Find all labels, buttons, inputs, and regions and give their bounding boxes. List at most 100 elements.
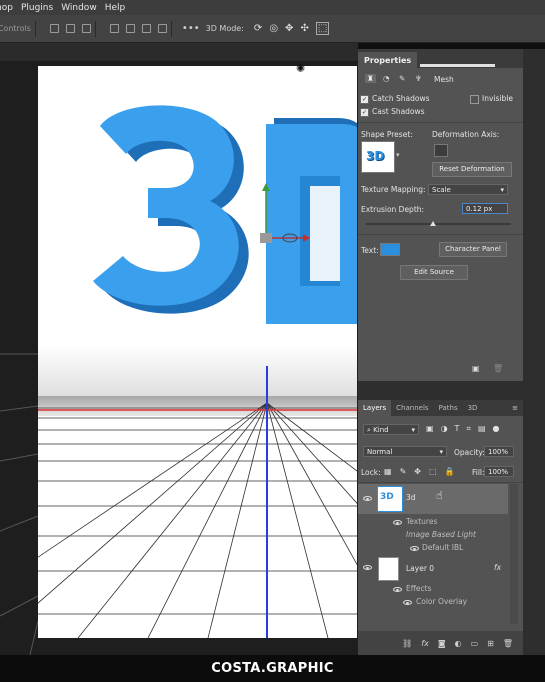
tab-properties[interactable]: Properties [358,52,418,68]
new-layer-icon[interactable]: ⊞ [487,639,494,648]
align-right-icon[interactable] [81,24,91,33]
align-center-icon[interactable] [65,24,75,33]
shape-filter-icon[interactable]: ⌗ [466,424,471,434]
coords-mode-icon[interactable]: ♆ [415,74,422,83]
properties-panel: ♜ ◔ ✎ ♆ Mesh ✓ Catch Shadows Invisible ✓ C… [358,68,523,381]
align-left-icon[interactable] [49,24,59,33]
roll-3d-icon[interactable]: ◎ [269,23,278,34]
trash-icon[interactable]: 🗑 [503,639,513,648]
menu-item-photoshop[interactable]: hop [0,3,13,13]
visibility-eye-icon[interactable] [410,546,419,551]
visibility-eye-icon[interactable] [393,587,402,592]
scale-3d-icon[interactable]: ⬚ [315,22,330,35]
menu-item-plugins[interactable]: Plugins [21,3,53,13]
tab-paths[interactable]: Paths [434,404,463,412]
tab-3d[interactable]: 3D [463,404,483,412]
rotate-3d-icon[interactable]: ⟳ [254,23,262,34]
textures-label[interactable]: Textures [406,517,437,526]
filter-kind-select[interactable]: ⌕ Kind ▾ [363,424,419,435]
fill-input[interactable]: 100% [484,466,514,477]
default-ibl-label[interactable]: Default IBL [422,543,463,552]
slider-thumb[interactable] [429,221,436,226]
thumbnail-3d-icon: 3D [380,492,394,502]
menu-bar: hop Plugins Window Help [0,0,545,15]
align-group [49,24,91,33]
reset-deformation-button[interactable]: Reset Deformation [432,162,512,177]
layer-thumbnail-layer-0 [378,557,399,581]
layer-row-layer-0[interactable]: Layer 0 fx [358,554,508,582]
visibility-eye-icon[interactable] [363,565,372,570]
lock-all-icon[interactable]: 🔒 [445,467,455,476]
extrusion-depth-slider[interactable] [366,221,511,226]
deformation-axis-widget[interactable] [434,144,448,157]
cast-shadows-label: Cast Shadows [372,107,425,116]
options-bar: r Controls ••• 3D Mode: ⟳ ◎ ✥ ✣ ⬚ [0,15,545,43]
art-3d-text[interactable] [93,105,357,324]
opacity-input[interactable]: 100% [484,446,514,457]
deformation-axis-label: Deformation Axis: [432,130,500,139]
properties-header: Properties [358,49,523,68]
light-icon[interactable]: ✺ [296,62,305,75]
drag-3d-icon[interactable]: ✥ [285,23,293,34]
visibility-eye-icon[interactable] [403,600,412,605]
fill-label: Fill: [472,468,485,477]
filter-toggle-icon[interactable]: ● [493,424,500,434]
layer-row-3d[interactable]: 3D 3d ☝ [358,484,508,514]
tab-layers[interactable]: Layers [358,400,392,416]
chevron-down-icon[interactable]: ▾ [396,151,400,159]
link-icon[interactable]: ⛓ [402,639,412,648]
group-icon[interactable]: ▭ [471,639,479,648]
delete-icon[interactable]: 🗑 [493,364,503,373]
panel-menu-icon[interactable]: ≡ [507,404,523,412]
lock-position-icon[interactable]: ✥ [414,467,421,476]
cap-mode-icon[interactable]: ✎ [399,74,405,83]
distribute-icon[interactable] [157,24,167,33]
effects-label[interactable]: Effects [406,584,432,593]
visibility-eye-icon[interactable] [393,520,402,525]
layer-name-3d[interactable]: 3d [406,493,416,502]
fx-icon[interactable]: fx [421,639,429,648]
cursor-hand-icon: ☝ [436,489,443,502]
document-canvas[interactable] [38,66,357,638]
menu-item-window[interactable]: Window [61,3,97,13]
mesh-mode-icon[interactable]: ♜ [365,74,376,83]
mask-icon[interactable]: ◙ [438,639,446,648]
menu-item-help[interactable]: Help [105,3,126,13]
layer-name-layer-0[interactable]: Layer 0 [406,564,434,573]
blend-mode-select[interactable]: Normal ▾ [363,446,447,457]
more-options-icon[interactable]: ••• [182,23,200,34]
tab-channels[interactable]: Channels [391,404,433,412]
lock-transparency-icon[interactable]: ▦ [384,467,392,476]
pixel-filter-icon[interactable]: ▣ [426,424,434,434]
deform-mode-icon[interactable]: ◔ [383,74,390,83]
align-top-icon[interactable] [109,24,119,33]
lock-artboard-icon[interactable]: ⬚ [429,467,437,476]
color-overlay-label[interactable]: Color Overlay [416,597,467,606]
adjustment-icon[interactable]: ◐ [455,639,462,648]
text-color-swatch[interactable] [380,243,400,256]
fx-icon[interactable]: fx [494,563,501,572]
extrusion-depth-input[interactable]: 0.12 px [462,203,508,214]
layers-panel: ⌕ Kind ▾ ▣ ◑ T ⌗ ▤ ● Normal ▾ Opacity: 100… [358,416,523,631]
invisible-checkbox[interactable]: Invisible [470,94,513,104]
character-panel-button[interactable]: Character Panel [439,242,507,257]
texture-mapping-select[interactable]: Scale ▾ [428,184,508,195]
cast-shadows-checkbox[interactable]: ✓ Cast Shadows [360,107,425,117]
catch-shadows-checkbox[interactable]: ✓ Catch Shadows [360,94,430,104]
check-icon: ✓ [360,94,369,104]
smart-object-filter-icon[interactable]: ▤ [478,424,486,434]
check-icon: ✓ [360,107,369,117]
render-icon[interactable]: ▣ [472,364,480,373]
slide-3d-icon[interactable]: ✣ [300,23,308,34]
layers-scrollbar[interactable] [510,484,518,624]
preset-3d-icon: 3D [366,149,385,163]
lock-image-icon[interactable]: ✎ [400,467,407,476]
shape-preset-thumbnail[interactable]: 3D [361,141,395,173]
align-middle-icon[interactable] [125,24,135,33]
visibility-eye-icon[interactable] [363,496,372,501]
edit-source-button[interactable]: Edit Source [400,265,468,280]
ibl-label[interactable]: Image Based Light [406,530,476,539]
type-filter-icon[interactable]: T [455,424,460,434]
align-bottom-icon[interactable] [141,24,151,33]
adjustment-filter-icon[interactable]: ◑ [441,424,448,434]
